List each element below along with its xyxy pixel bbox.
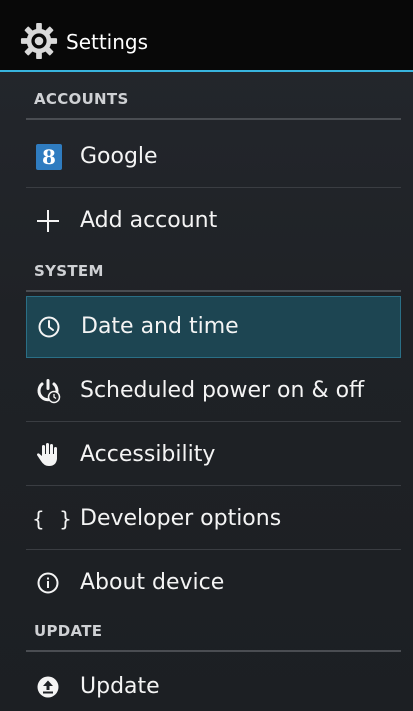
hand-icon xyxy=(37,443,57,466)
google-account-icon: 8 xyxy=(36,144,62,170)
settings-item-update[interactable]: Update xyxy=(26,656,401,711)
settings-item-google[interactable]: 8 Google xyxy=(26,126,401,188)
braces-icon: { } xyxy=(32,507,76,531)
section-header-system: SYSTEM xyxy=(26,258,401,292)
settings-item-label: Add account xyxy=(80,208,218,233)
settings-item-about-device[interactable]: About device xyxy=(26,552,401,614)
scheduled-power-icon xyxy=(37,379,61,404)
settings-item-date-and-time[interactable]: Date and time xyxy=(26,296,401,358)
settings-item-scheduled-power[interactable]: Scheduled power on & off xyxy=(26,360,401,422)
section-title-update: UPDATE xyxy=(34,622,103,640)
settings-item-accessibility[interactable]: Accessibility xyxy=(26,424,401,486)
section-title-accounts: ACCOUNTS xyxy=(34,90,129,108)
page-title: Settings xyxy=(66,30,149,54)
gear-icon[interactable] xyxy=(20,22,58,60)
section-title-system: SYSTEM xyxy=(34,262,104,280)
settings-item-label: Developer options xyxy=(80,506,282,531)
settings-item-label: Google xyxy=(80,144,158,169)
settings-item-label: Accessibility xyxy=(80,442,216,467)
plus-icon xyxy=(37,210,59,232)
action-bar: Settings xyxy=(0,0,413,70)
clock-icon xyxy=(38,316,60,338)
settings-item-developer-options[interactable]: { } Developer options xyxy=(26,488,401,550)
settings-item-label: About device xyxy=(80,570,225,595)
settings-list: ACCOUNTS 8 Google Add account SYSTEM Dat… xyxy=(0,72,413,711)
info-icon xyxy=(37,572,59,594)
settings-item-add-account[interactable]: Add account xyxy=(26,190,401,252)
upload-icon xyxy=(37,676,59,698)
settings-item-label: Scheduled power on & off xyxy=(80,378,365,403)
settings-item-label: Update xyxy=(80,674,160,699)
section-header-update: UPDATE xyxy=(26,618,401,652)
settings-screen: Settings ACCOUNTS 8 Google Add account S… xyxy=(0,0,413,711)
settings-item-label: Date and time xyxy=(81,314,239,339)
section-header-accounts: ACCOUNTS xyxy=(26,86,401,120)
